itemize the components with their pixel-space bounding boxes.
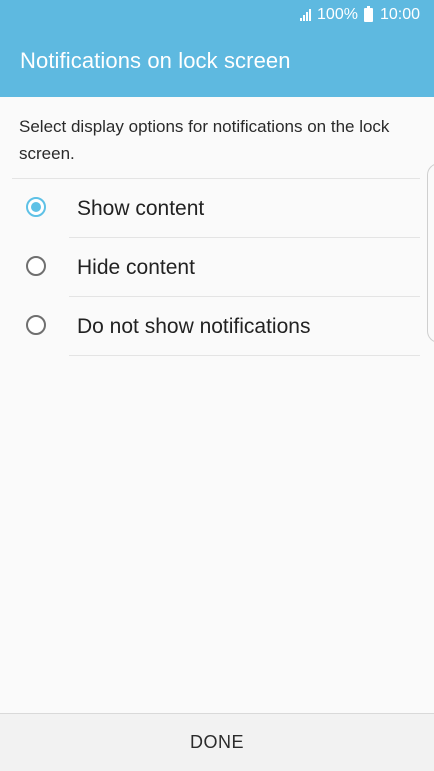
option-label: Hide content (77, 256, 195, 279)
app-bar: 100% 10:00 Notifications on lock screen (0, 0, 434, 97)
radio-hide-content[interactable] (26, 256, 46, 276)
radio-do-not-show-notifications[interactable] (26, 315, 46, 335)
options-description: Select display options for notifications… (19, 117, 390, 163)
done-button[interactable]: DONE (0, 714, 434, 771)
signal-bars-icon (300, 9, 312, 21)
option-hide-content[interactable]: Hide content (12, 238, 420, 297)
settings-content: Select display options for notifications… (0, 97, 434, 713)
option-label: Do not show notifications (77, 315, 311, 338)
option-label: Show content (77, 197, 205, 220)
status-bar: 100% 10:00 (300, 0, 434, 30)
lock-screen-notifications-screen: 100% 10:00 Notifications on lock screen … (0, 0, 434, 771)
radio-show-content[interactable] (26, 197, 46, 217)
battery-percent: 100% (317, 6, 358, 23)
option-do-not-show-notifications[interactable]: Do not show notifications (12, 297, 420, 356)
bottom-bar: DONE (0, 713, 434, 771)
option-divider (69, 355, 420, 356)
battery-icon (363, 6, 373, 22)
option-show-content[interactable]: Show content (12, 179, 420, 238)
edge-panel-handle[interactable] (427, 163, 434, 343)
status-time: 10:00 (379, 6, 420, 23)
page-title: Notifications on lock screen (20, 48, 291, 73)
